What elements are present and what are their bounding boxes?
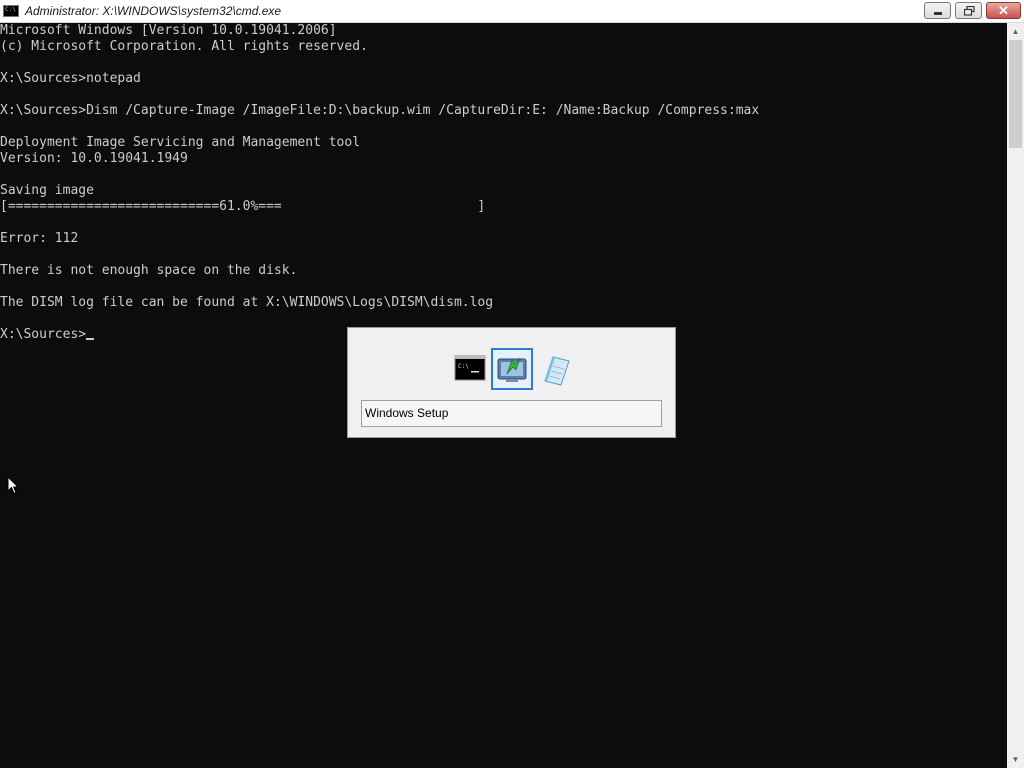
close-button[interactable]: ✕ (986, 2, 1021, 19)
mouse-pointer-icon (7, 476, 19, 495)
notepad-icon (544, 356, 570, 386)
svg-text:C:\: C:\ (458, 363, 469, 370)
scrollbar-thumb[interactable] (1009, 40, 1022, 148)
minimize-icon (934, 12, 942, 15)
switcher-item-cmd[interactable]: C:\ (449, 348, 491, 390)
cmd-app-icon[interactable]: C:\ (3, 5, 19, 17)
console-line: The DISM log file can be found at X:\WIN… (0, 295, 494, 310)
close-icon: ✕ (998, 3, 1009, 18)
windows-setup-icon (497, 357, 527, 382)
cmd-icon: C:\ (454, 355, 486, 381)
title-bar[interactable]: C:\ Administrator: X:\WINDOWS\system32\c… (0, 0, 1024, 23)
console-line: X:\Sources>Dism /Capture-Image /ImageFil… (0, 103, 760, 118)
console-prompt-line: X:\Sources> (0, 327, 95, 343)
switcher-item-windows-setup[interactable] (491, 348, 533, 390)
console-line: There is not enough space on the disk. (0, 263, 298, 278)
restore-icon (964, 6, 975, 16)
console-line: Microsoft Windows [Version 10.0.19041.20… (0, 23, 337, 38)
scroll-down-icon[interactable]: ▼ (1007, 751, 1024, 768)
task-switcher: C:\ Windows Setup (347, 327, 676, 438)
console-line: Version: 10.0.19041.1949 (0, 151, 188, 166)
scroll-up-icon[interactable]: ▲ (1007, 23, 1024, 40)
text-cursor (86, 338, 95, 340)
restore-button[interactable] (955, 2, 982, 19)
minimize-button[interactable] (924, 2, 951, 19)
cmd-window: C:\ Administrator: X:\WINDOWS\system32\c… (0, 0, 1024, 768)
console-line: (c) Microsoft Corporation. All rights re… (0, 39, 368, 54)
window-title: Administrator: X:\WINDOWS\system32\cmd.e… (25, 4, 282, 18)
console-line: [===========================61.0%=== ] (0, 199, 486, 214)
console-line: X:\Sources>notepad (0, 71, 141, 86)
vertical-scrollbar[interactable]: ▲ ▼ (1007, 23, 1024, 768)
switcher-window-label: Windows Setup (361, 400, 662, 427)
console-line: Deployment Image Servicing and Managemen… (0, 135, 361, 150)
console-line: Error: 112 (0, 231, 79, 246)
console-line: Saving image (0, 183, 94, 198)
switcher-item-notepad[interactable] (533, 348, 575, 390)
